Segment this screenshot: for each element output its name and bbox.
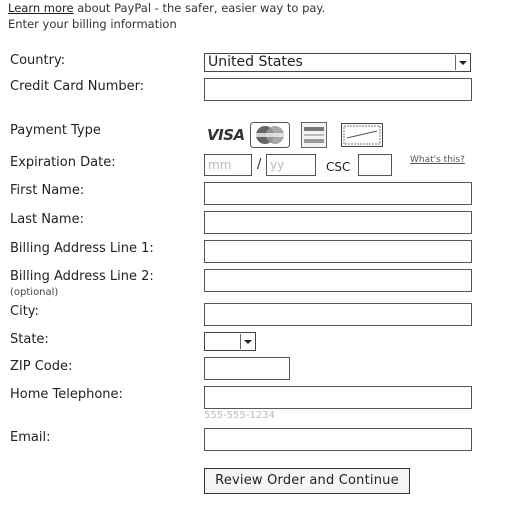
exp-year-placeholder: yy: [270, 158, 285, 172]
first-name-label: First Name:: [10, 183, 85, 198]
phone-label: Home Telephone:: [10, 387, 123, 402]
zip-input[interactable]: [204, 357, 290, 380]
exp-month-placeholder: mm: [208, 158, 232, 172]
country-select[interactable]: United States: [204, 53, 471, 72]
last-name-input[interactable]: [204, 211, 472, 234]
phone-format-hint: 555-555-1234: [204, 410, 275, 421]
country-selected-value: United States: [208, 54, 303, 70]
whats-this-link[interactable]: What's this?: [410, 155, 465, 165]
chevron-down-icon[interactable]: [455, 55, 469, 70]
mastercard-card-icon[interactable]: [250, 122, 290, 148]
city-input[interactable]: [204, 303, 472, 326]
header-intro: Learn more about PayPal - the safer, eas…: [8, 1, 325, 15]
state-select[interactable]: [204, 332, 256, 351]
exp-separator: /: [257, 157, 262, 172]
last-name-label: Last Name:: [10, 212, 84, 227]
review-order-button[interactable]: Review Order and Continue: [204, 468, 410, 494]
csc-label: CSC: [326, 160, 351, 174]
payment-type-label: Payment Type: [10, 123, 101, 138]
amex-card-icon[interactable]: [341, 123, 383, 147]
learn-more-link[interactable]: Learn more: [8, 1, 74, 15]
csc-input[interactable]: [358, 154, 392, 176]
exp-year-input[interactable]: yy: [266, 154, 316, 176]
expiration-label: Expiration Date:: [10, 155, 116, 170]
visa-card-icon[interactable]: VISA: [207, 126, 245, 144]
address1-input[interactable]: [204, 240, 472, 263]
billing-subtitle: Enter your billing information: [8, 17, 177, 31]
email-label: Email:: [10, 430, 51, 445]
country-label: Country:: [10, 53, 66, 68]
address1-label: Billing Address Line 1:: [10, 241, 154, 256]
address2-label: Billing Address Line 2:: [10, 269, 154, 284]
card-number-label: Credit Card Number:: [10, 79, 145, 94]
state-label: State:: [10, 332, 49, 347]
email-input[interactable]: [204, 428, 472, 451]
learn-more-rest: about PayPal - the safer, easier way to …: [73, 1, 326, 15]
address2-input[interactable]: [204, 269, 472, 292]
exp-month-input[interactable]: mm: [204, 154, 252, 176]
phone-input[interactable]: [204, 386, 472, 409]
first-name-input[interactable]: [204, 182, 472, 205]
chevron-down-icon[interactable]: [240, 334, 254, 349]
address2-optional-note: (optional): [10, 287, 59, 298]
card-number-input[interactable]: [204, 78, 472, 101]
discover-card-icon[interactable]: [301, 122, 327, 148]
city-label: City:: [10, 304, 39, 319]
zip-label: ZIP Code:: [10, 359, 73, 374]
